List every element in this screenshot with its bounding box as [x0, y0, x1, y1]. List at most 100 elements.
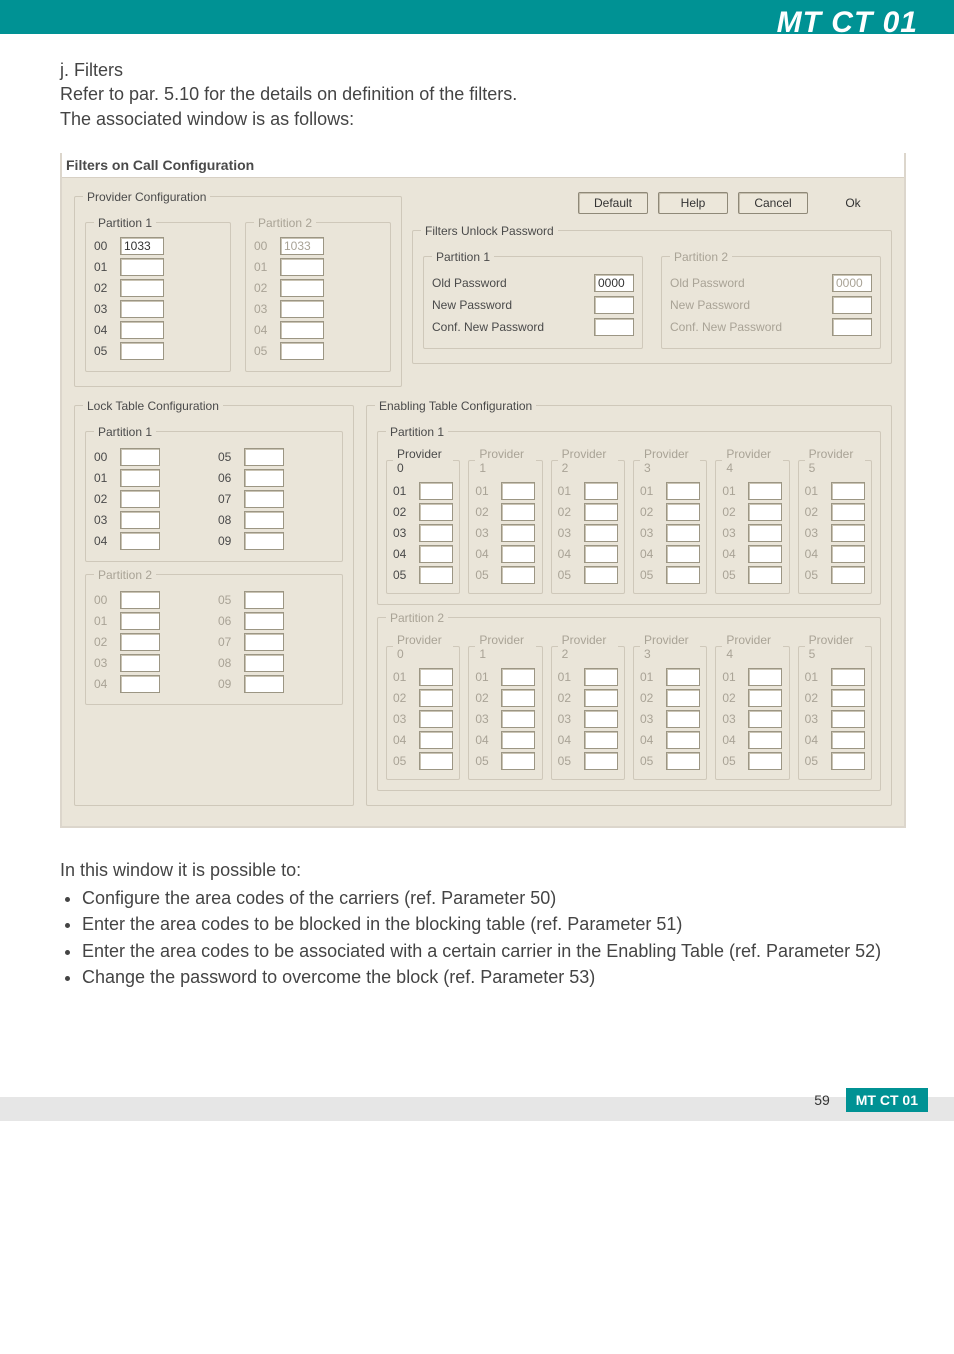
section-heading: j. Filters — [60, 58, 906, 82]
fup-p1-new-input[interactable] — [594, 296, 634, 314]
enable-row-input — [584, 503, 618, 521]
enable-row-label: 05 — [558, 754, 578, 768]
p1-row-03-input[interactable] — [120, 300, 164, 318]
enable-row-label: 02 — [805, 505, 825, 519]
enable-row-input[interactable] — [419, 482, 453, 500]
list-item: Enter the area codes to be blocked in th… — [82, 912, 906, 936]
provider-column: Provider 40102030405 — [715, 447, 789, 594]
fup-p2-new-input — [832, 296, 872, 314]
enable-row-input — [831, 731, 865, 749]
p1-row-02-label: 02 — [94, 281, 114, 295]
p1-row-04-input[interactable] — [120, 321, 164, 339]
prov-p2-legend: Partition 2 — [254, 216, 316, 230]
lock-row-input[interactable] — [244, 532, 284, 550]
lock-row-input — [120, 591, 160, 609]
provider-legend: Provider 4 — [722, 633, 782, 661]
enable-row-label: 04 — [393, 733, 413, 747]
lock-row-label: 03 — [94, 513, 114, 527]
enable-row-input[interactable] — [419, 545, 453, 563]
enable-row-input — [831, 482, 865, 500]
default-button[interactable]: Default — [578, 192, 648, 214]
enable-row-input — [584, 752, 618, 770]
enable-row-input — [831, 566, 865, 584]
enable-row-input — [748, 503, 782, 521]
enable-row-input — [748, 752, 782, 770]
lock-row-input — [120, 675, 160, 693]
help-button[interactable]: Help — [658, 192, 728, 214]
p1-row-02-input[interactable] — [120, 279, 164, 297]
enable-row-input — [501, 668, 535, 686]
p1-row-00-input[interactable] — [120, 237, 164, 255]
fup-p2-conf-input — [832, 318, 872, 336]
lock-row-input[interactable] — [244, 490, 284, 508]
provider-column: Provider 30102030405 — [633, 447, 707, 594]
lock-p1-legend: Partition 1 — [94, 425, 156, 439]
provider-column: Provider 20102030405 — [551, 633, 625, 780]
lock-row-input — [244, 675, 284, 693]
enable-row-input — [584, 566, 618, 584]
ok-button[interactable]: Ok — [818, 192, 888, 214]
enable-row-label: 04 — [558, 547, 578, 561]
enable-row-input[interactable] — [419, 566, 453, 584]
lock-row-input[interactable] — [244, 511, 284, 529]
enable-row-label: 04 — [393, 547, 413, 561]
lock-row-input[interactable] — [120, 469, 160, 487]
enable-row-label: 05 — [393, 754, 413, 768]
lock-row-input[interactable] — [244, 448, 284, 466]
fup-partition-1: Partition 1 Old Password New Password Co… — [423, 250, 643, 349]
outro-text: In this window it is possible to: Config… — [0, 834, 954, 1007]
lock-row-label: 01 — [94, 471, 114, 485]
window-title: Filters on Call Configuration — [62, 153, 904, 178]
enable-row-label: 01 — [558, 670, 578, 684]
enable-row-label: 03 — [805, 526, 825, 540]
enable-legend: Enabling Table Configuration — [375, 399, 536, 413]
cancel-button[interactable]: Cancel — [738, 192, 808, 214]
enable-row-input — [501, 503, 535, 521]
fup-p2-conf-label: Conf. New Password — [670, 320, 790, 334]
lock-row-input — [244, 633, 284, 651]
enable-row-label: 01 — [722, 484, 742, 498]
provider-legend: Provider 3 — [640, 447, 700, 475]
lock-row-label: 04 — [94, 534, 114, 548]
enable-row-label: 05 — [722, 568, 742, 582]
p2-row-01-label: 01 — [254, 260, 274, 274]
p1-row-01-input[interactable] — [120, 258, 164, 276]
enable-row-label: 04 — [475, 547, 495, 561]
enable-row-label: 03 — [640, 526, 660, 540]
enable-row-label: 01 — [393, 484, 413, 498]
p1-row-05-input[interactable] — [120, 342, 164, 360]
lock-row-input[interactable] — [244, 469, 284, 487]
p2-row-05-input — [280, 342, 324, 360]
enable-row-label: 02 — [640, 505, 660, 519]
enable-row-input[interactable] — [419, 503, 453, 521]
lock-row-input[interactable] — [120, 532, 160, 550]
fup-p1-old-input[interactable] — [594, 274, 634, 292]
enable-row-label: 03 — [805, 712, 825, 726]
lock-row-input[interactable] — [120, 490, 160, 508]
provider-column: Provider 00102030405 — [386, 447, 460, 594]
lock-row-input[interactable] — [120, 448, 160, 466]
enable-row-label: 01 — [393, 670, 413, 684]
enable-row-label: 03 — [475, 526, 495, 540]
enable-row-label: 04 — [640, 547, 660, 561]
lock-partition-1: Partition 1 00010203040506070809 — [85, 425, 343, 562]
enable-row-input[interactable] — [419, 524, 453, 542]
enable-row-input — [419, 752, 453, 770]
p1-row-03-label: 03 — [94, 302, 114, 316]
enable-p2-legend: Partition 2 — [386, 611, 448, 625]
enable-row-input — [501, 752, 535, 770]
provider-column: Provider 50102030405 — [798, 633, 872, 780]
enable-row-input — [666, 482, 700, 500]
fup-p2-new-label: New Password — [670, 298, 790, 312]
enable-partition-1: Partition 1 Provider 00102030405Provider… — [377, 425, 881, 605]
enable-row-input — [748, 731, 782, 749]
enable-row-label: 05 — [475, 754, 495, 768]
lock-row-input[interactable] — [120, 511, 160, 529]
enable-row-input — [666, 524, 700, 542]
lock-row-label: 09 — [218, 534, 238, 548]
fup-p1-conf-input[interactable] — [594, 318, 634, 336]
enable-row-input — [666, 752, 700, 770]
fup-p1-old-label: Old Password — [432, 276, 552, 290]
lock-partition-2: Partition 2 00010203040506070809 — [85, 568, 343, 705]
page-number: 59 — [814, 1092, 830, 1108]
